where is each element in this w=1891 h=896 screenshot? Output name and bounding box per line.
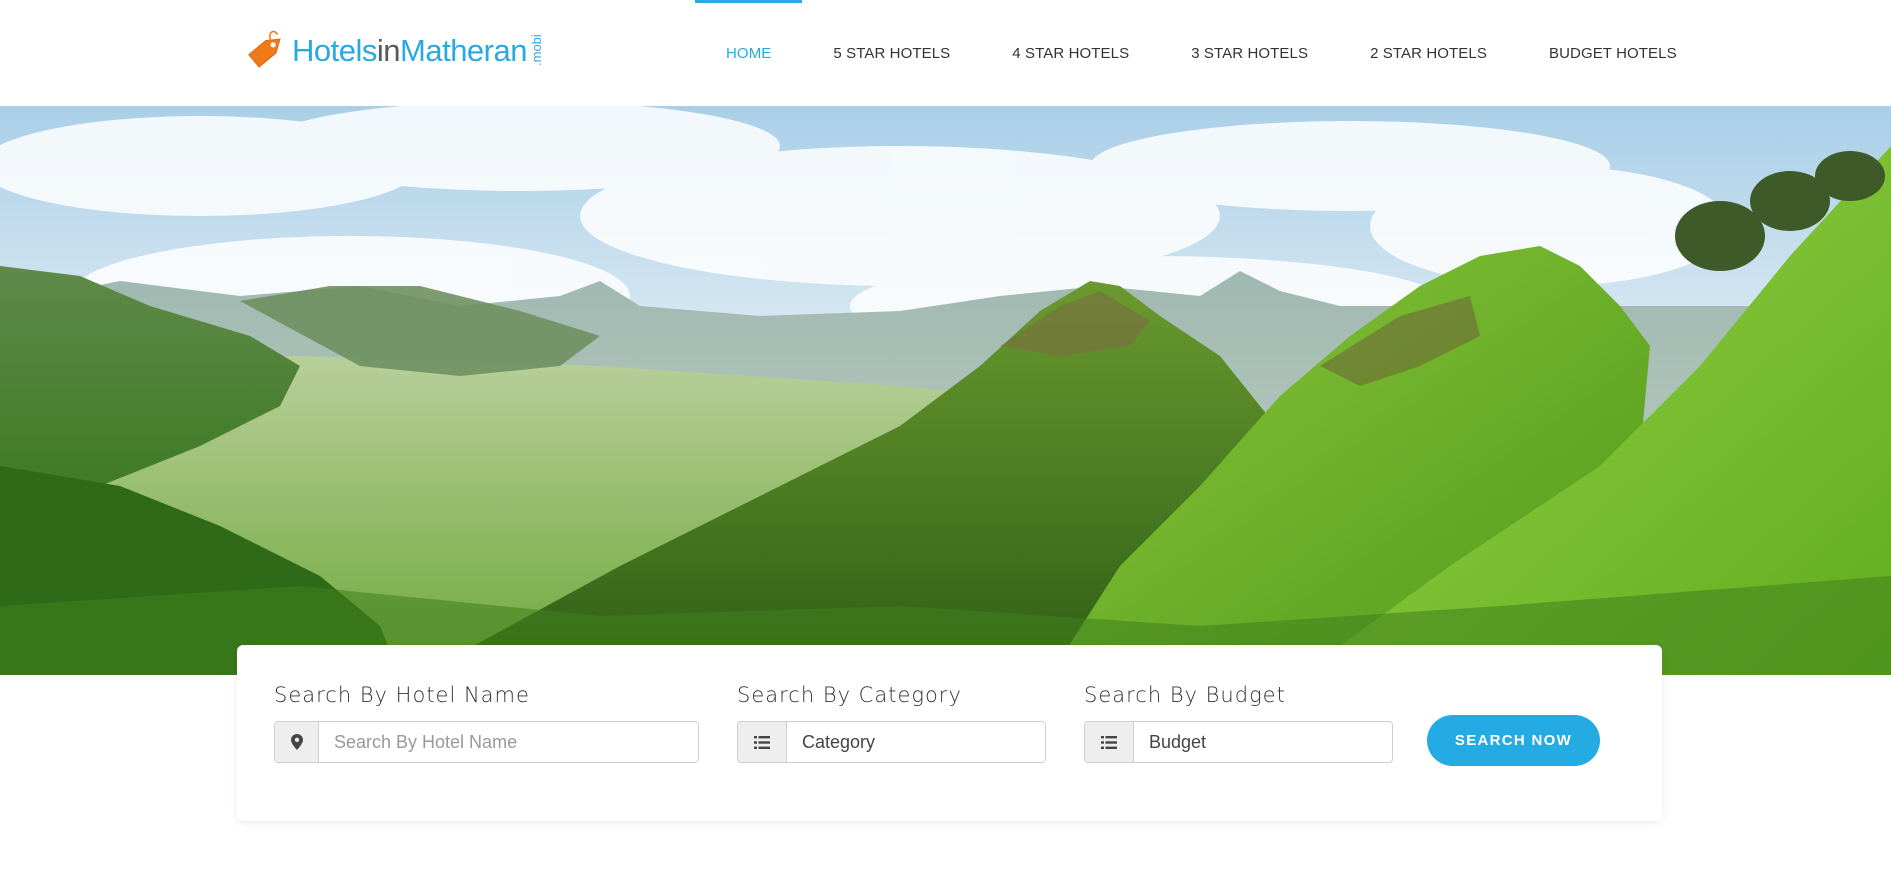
category-select[interactable]: Category <box>737 721 1046 763</box>
list-icon <box>738 722 787 762</box>
budget-select-value: Budget <box>1134 722 1392 762</box>
category-field: Search By Category Category <box>737 683 1046 763</box>
list-icon <box>1085 722 1134 762</box>
category-select-value: Category <box>787 722 1045 762</box>
site-logo[interactable]: HotelsinMatheran .mobi <box>244 22 544 78</box>
budget-select[interactable]: Budget <box>1084 721 1393 763</box>
logo-suffix: .mobi <box>528 34 544 66</box>
category-label: Search By Category <box>737 683 962 707</box>
logo-part-matheran: Matheran <box>400 32 527 68</box>
hotel-name-input-group <box>274 721 699 763</box>
nav-item-budget-hotels[interactable]: BUDGET HOTELS <box>1518 0 1708 106</box>
map-marker-icon <box>275 722 319 762</box>
nav-item-5-star-hotels[interactable]: 5 STAR HOTELS <box>802 0 981 106</box>
budget-field: Search By Budget Budget <box>1084 683 1393 763</box>
nav-item-4-star-hotels[interactable]: 4 STAR HOTELS <box>981 0 1160 106</box>
logo-wordmark: HotelsinMatheran <box>292 35 527 66</box>
nav-item-home[interactable]: HOME <box>695 0 803 106</box>
logo-part-hotels: Hotels <box>292 32 377 68</box>
search-now-button[interactable]: SEARCH NOW <box>1427 715 1600 766</box>
budget-label: Search By Budget <box>1084 683 1286 707</box>
hotel-name-field: Search By Hotel Name <box>274 683 699 763</box>
price-tag-icon <box>244 27 290 73</box>
nav-item-3-star-hotels[interactable]: 3 STAR HOTELS <box>1160 0 1339 106</box>
mountain-landscape-illustration <box>0 106 1891 675</box>
hero-banner-image <box>0 106 1891 675</box>
site-header: HotelsinMatheran .mobi HOME 5 STAR HOTEL… <box>0 0 1891 106</box>
hotel-name-label: Search By Hotel Name <box>274 683 530 707</box>
logo-part-in: in <box>376 32 401 68</box>
hotel-name-input[interactable] <box>319 722 698 762</box>
hotel-search-panel: Search By Hotel Name Search By Category … <box>237 645 1662 821</box>
nav-item-2-star-hotels[interactable]: 2 STAR HOTELS <box>1339 0 1518 106</box>
main-nav: HOME 5 STAR HOTELS 4 STAR HOTELS 3 STAR … <box>695 0 1708 106</box>
